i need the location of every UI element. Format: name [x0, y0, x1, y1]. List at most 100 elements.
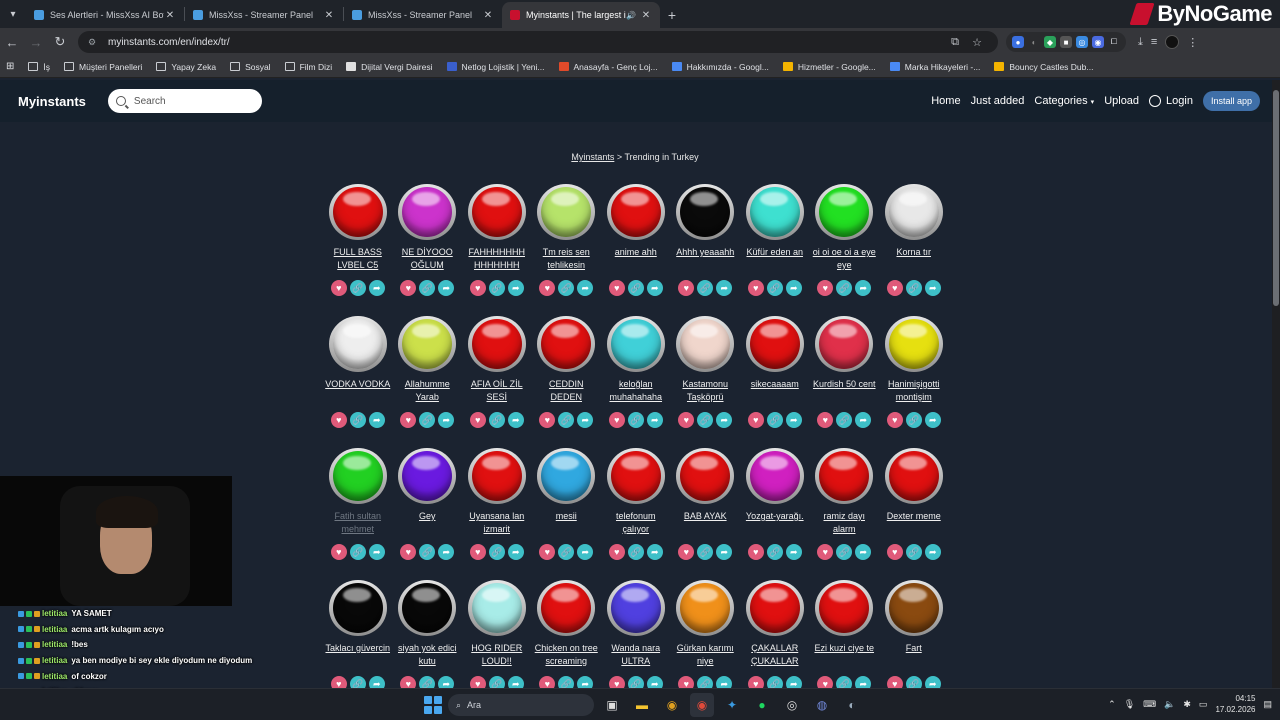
sound-play-button[interactable]	[328, 580, 387, 636]
copy-link-icon[interactable]: 🔗	[349, 544, 366, 560]
share-icon[interactable]: ➦	[438, 676, 455, 688]
favorite-heart-icon[interactable]: ♥	[886, 412, 903, 428]
extension-1-icon[interactable]: ●	[1012, 36, 1024, 48]
copy-link-icon[interactable]: 🔗	[905, 676, 922, 688]
profile-avatar[interactable]	[1165, 35, 1180, 49]
chrome-profile-icon[interactable]: ◉	[690, 693, 714, 717]
tab-close-icon[interactable]: ✕	[640, 10, 652, 21]
sound-play-button[interactable]	[467, 316, 526, 372]
copy-link-icon[interactable]: 🔗	[836, 280, 853, 296]
sound-play-button[interactable]	[328, 448, 387, 504]
copy-link-icon[interactable]: 🔗	[836, 412, 853, 428]
copy-link-icon[interactable]: 🔗	[766, 412, 783, 428]
copy-link-icon[interactable]: 🔗	[836, 544, 853, 560]
favorite-heart-icon[interactable]: ♥	[886, 676, 903, 688]
share-icon[interactable]: ➦	[368, 676, 385, 688]
sound-play-button[interactable]	[815, 184, 874, 240]
sound-title-link[interactable]: anime ahh	[603, 246, 669, 273]
copy-link-icon[interactable]: 🔗	[558, 280, 575, 296]
sound-play-button[interactable]	[745, 580, 804, 636]
downloads-icon[interactable]: ⤓	[1138, 36, 1143, 49]
bookmark-item[interactable]: Film Dizi	[284, 62, 332, 72]
favorite-heart-icon[interactable]: ♥	[400, 544, 417, 560]
sound-title-link[interactable]: Küfür eden an	[742, 246, 808, 273]
favorite-heart-icon[interactable]: ♥	[400, 280, 417, 296]
favorite-heart-icon[interactable]: ♥	[747, 544, 764, 560]
share-icon[interactable]: ➦	[646, 544, 663, 560]
sound-title-link[interactable]: Ahhh yeaaahh	[672, 246, 738, 273]
nav-categories[interactable]: Categories ▾	[1034, 95, 1094, 107]
share-icon[interactable]: ➦	[716, 544, 733, 560]
copy-link-icon[interactable]: 🔗	[419, 412, 436, 428]
sound-title-link[interactable]: ÇAKALLAR ÇUKALLAR	[742, 642, 808, 669]
favorite-heart-icon[interactable]: ♥	[539, 676, 556, 688]
copy-link-icon[interactable]: 🔗	[419, 280, 436, 296]
favorite-heart-icon[interactable]: ♥	[886, 280, 903, 296]
sound-play-button[interactable]	[676, 580, 735, 636]
share-icon[interactable]: ➦	[855, 412, 872, 428]
sound-title-link[interactable]: CEDDIN DEDEN	[533, 378, 599, 405]
browser-tab[interactable]: Myinstants | The largest insi🔊 ✕	[502, 2, 660, 28]
share-icon[interactable]: ➦	[785, 412, 802, 428]
share-icon[interactable]: ➦	[646, 412, 663, 428]
bookmark-item[interactable]: Hizmetler - Google...	[782, 62, 876, 72]
copy-link-icon[interactable]: 🔗	[627, 544, 644, 560]
copy-link-icon[interactable]: 🔗	[349, 412, 366, 428]
steam-icon[interactable]: ◐	[840, 693, 864, 717]
share-icon[interactable]: ➦	[855, 280, 872, 296]
task-view-icon[interactable]: ▣	[600, 693, 624, 717]
sound-title-link[interactable]: VODKA VODKA	[325, 378, 391, 405]
copy-link-icon[interactable]: 🔗	[488, 676, 505, 688]
sound-title-link[interactable]: Uyansana lan izmarit	[464, 510, 530, 537]
sound-play-button[interactable]	[537, 580, 596, 636]
sound-title-link[interactable]: Gey	[394, 510, 460, 537]
share-icon[interactable]: ➦	[785, 280, 802, 296]
extension-3-icon[interactable]: ◆	[1044, 36, 1056, 48]
copy-link-icon[interactable]: 🔗	[488, 280, 505, 296]
sound-title-link[interactable]: BAB AYAK	[672, 510, 738, 537]
tab-search-icon[interactable]: ▾	[0, 0, 26, 28]
nav-home[interactable]: Home	[931, 95, 960, 107]
bookmark-item[interactable]: Anasayfa - Genç Loj...	[558, 62, 658, 72]
sound-play-button[interactable]	[398, 316, 457, 372]
share-icon[interactable]: ➦	[646, 676, 663, 688]
sound-title-link[interactable]: mesii	[533, 510, 599, 537]
sound-play-button[interactable]	[537, 448, 596, 504]
reload-icon[interactable]: ↻	[48, 30, 72, 54]
favorite-heart-icon[interactable]: ♥	[469, 412, 486, 428]
spotify-icon[interactable]: ●	[750, 693, 774, 717]
share-icon[interactable]: ➦	[716, 280, 733, 296]
favorite-heart-icon[interactable]: ♥	[400, 676, 417, 688]
favorite-heart-icon[interactable]: ♥	[539, 412, 556, 428]
share-icon[interactable]: ➦	[855, 676, 872, 688]
file-explorer-icon[interactable]: ▬	[630, 693, 654, 717]
share-icon[interactable]: ➦	[924, 676, 941, 688]
battery-icon[interactable]: ▭	[1199, 699, 1208, 710]
share-icon[interactable]: ➦	[716, 412, 733, 428]
copy-link-icon[interactable]: 🔗	[905, 280, 922, 296]
copy-link-icon[interactable]: 🔗	[558, 412, 575, 428]
share-icon[interactable]: ➦	[785, 544, 802, 560]
nav-login[interactable]: Login	[1149, 95, 1193, 108]
share-icon[interactable]: ➦	[507, 280, 524, 296]
copy-link-icon[interactable]: 🔗	[766, 676, 783, 688]
share-icon[interactable]: ➦	[924, 412, 941, 428]
sound-title-link[interactable]: oi oi oe oi a eye eye	[811, 246, 877, 273]
favorite-heart-icon[interactable]: ♥	[330, 412, 347, 428]
sound-title-link[interactable]: Chicken on tree screaming	[533, 642, 599, 669]
new-tab-button[interactable]: +	[660, 2, 684, 28]
copy-link-icon[interactable]: 🔗	[697, 544, 714, 560]
bookmark-item[interactable]: Yapay Zeka	[156, 62, 216, 72]
bluetooth-icon[interactable]: ✱	[1183, 699, 1191, 710]
notifications-icon[interactable]: ▤	[1263, 699, 1272, 710]
copy-link-icon[interactable]: 🔗	[627, 676, 644, 688]
sound-play-button[interactable]	[815, 448, 874, 504]
extension-2-icon[interactable]: ◐	[1028, 36, 1040, 48]
favorite-heart-icon[interactable]: ♥	[400, 412, 417, 428]
copy-link-icon[interactable]: 🔗	[905, 412, 922, 428]
share-icon[interactable]: ➦	[577, 544, 594, 560]
copy-link-icon[interactable]: 🔗	[766, 544, 783, 560]
sound-play-button[interactable]	[884, 580, 943, 636]
bookmark-item[interactable]: Sosyal	[230, 62, 271, 72]
favorite-heart-icon[interactable]: ♥	[678, 544, 695, 560]
